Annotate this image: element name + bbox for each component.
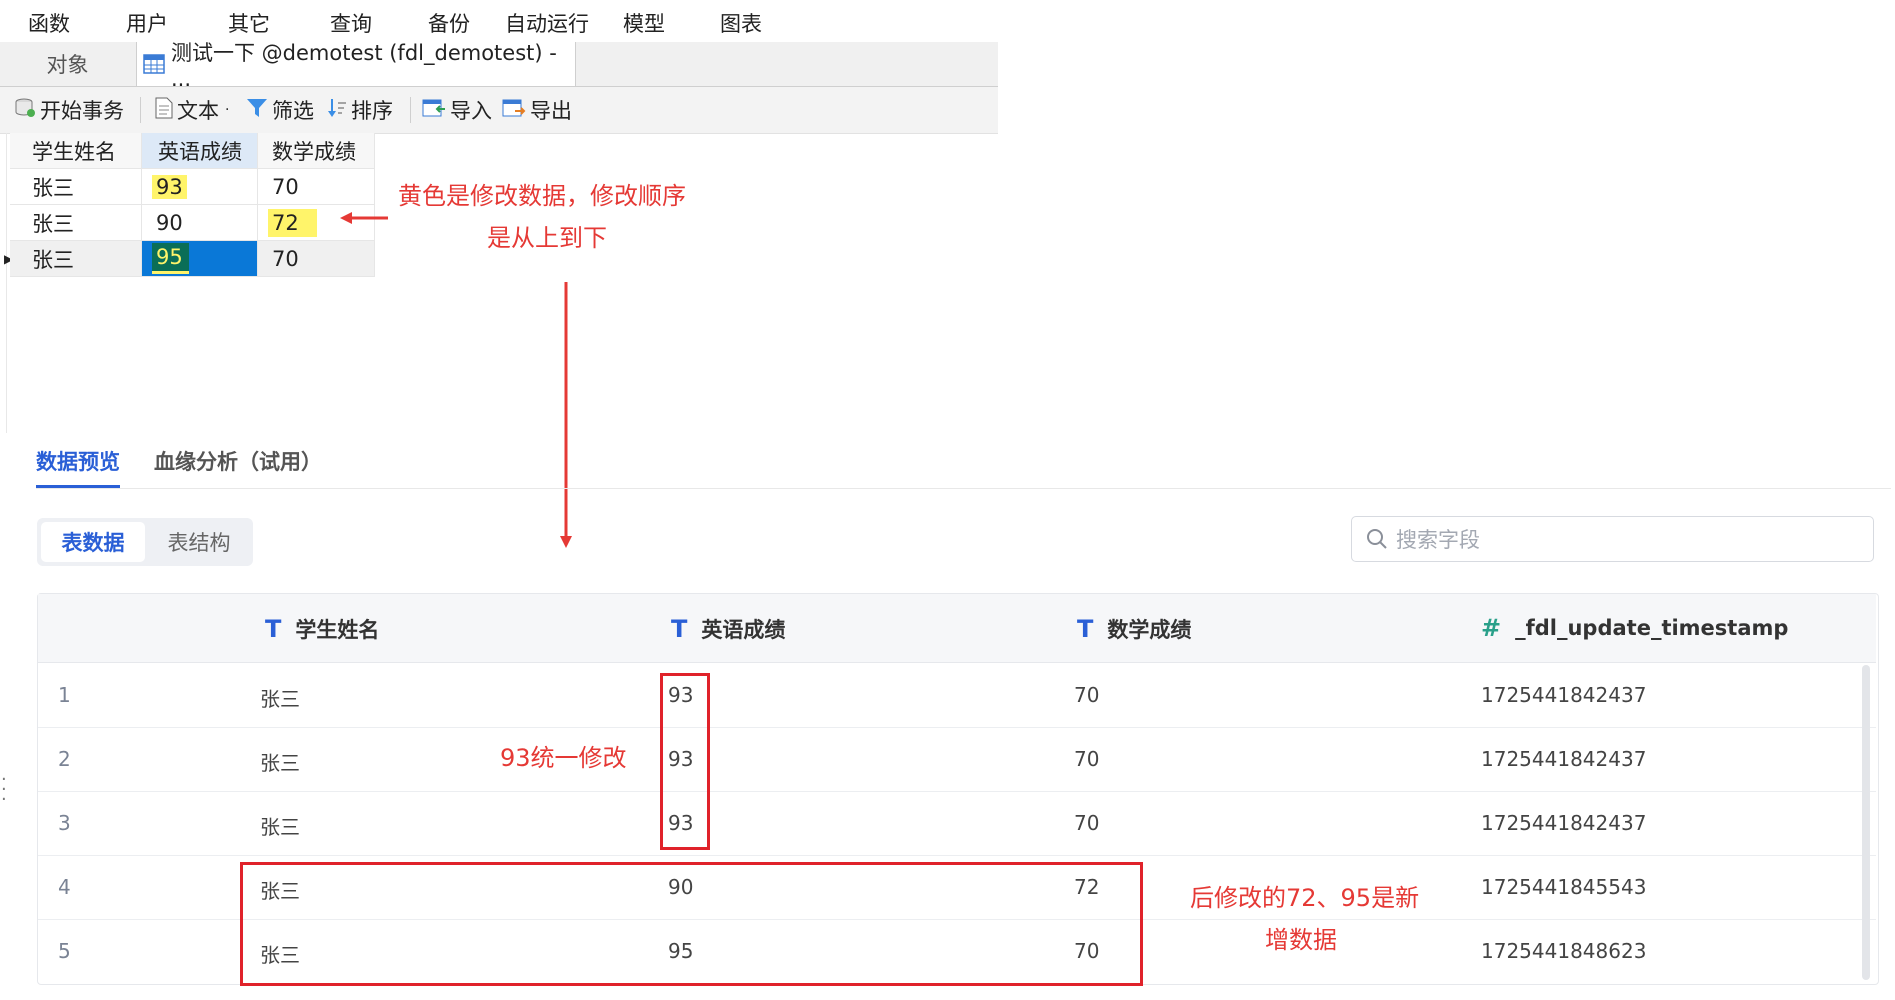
active-tab-underline [36, 485, 120, 488]
column-title: 学生姓名 [295, 618, 380, 642]
search-placeholder: 搜索字段 [1396, 528, 1480, 552]
text-type-icon: T [265, 615, 282, 643]
row-index: 3 [58, 811, 71, 835]
cell-timestamp: 1725441842437 [1481, 683, 1647, 707]
row-index: 4 [58, 875, 71, 899]
annotation-new-line1: 后修改的72、95是新 [1190, 884, 1420, 912]
table-header: T 学生姓名 T 英语成绩 T 数学成绩 # _fdl_update_times… [38, 594, 1876, 663]
cell-name: 张三 [260, 751, 300, 775]
table-structure-button[interactable]: 表结构 [149, 522, 249, 562]
column-title: 英语成绩 [701, 618, 786, 642]
cell-timestamp: 1725441845543 [1481, 875, 1647, 899]
column-title: _fdl_update_timestamp [1515, 616, 1789, 640]
cell-name: 张三 [260, 687, 300, 711]
annotation-box-93 [660, 673, 710, 850]
column-header-math[interactable]: T 数学成绩 [1077, 614, 1191, 644]
cell-timestamp: 1725441848623 [1481, 939, 1647, 963]
cell-math: 70 [1074, 747, 1100, 771]
table-data-button[interactable]: 表数据 [41, 522, 145, 562]
cell-math: 70 [1074, 683, 1100, 707]
table-row[interactable]: 2 张三 93 70 1725441842437 [38, 727, 1876, 792]
column-header-english[interactable]: T 英语成绩 [671, 614, 785, 644]
number-type-icon: # [1481, 614, 1502, 642]
row-index: 1 [58, 683, 71, 707]
tab-lineage-analysis[interactable]: 血缘分析（试用） [154, 446, 322, 476]
column-header-timestamp[interactable]: # _fdl_update_timestamp [1481, 614, 1788, 642]
left-arrow-icon [340, 212, 388, 224]
annotation-new-line2: 增数据 [1265, 926, 1337, 954]
cell-timestamp: 1725441842437 [1481, 811, 1647, 835]
table-scrollbar[interactable] [1862, 665, 1870, 980]
view-switch: 表数据 表结构 [37, 518, 253, 566]
down-arrow-icon [560, 282, 572, 548]
cell-timestamp: 1725441842437 [1481, 747, 1647, 771]
table-row[interactable]: 1 张三 93 70 1725441842437 [38, 663, 1876, 728]
row-index: 5 [58, 939, 71, 963]
row-index: 2 [58, 747, 71, 771]
column-header-name[interactable]: T 学生姓名 [265, 614, 379, 644]
annotation-unified: 93统一修改 [500, 744, 627, 772]
table-row[interactable]: 3 张三 93 70 1725441842437 [38, 791, 1876, 856]
text-type-icon: T [671, 615, 688, 643]
column-title: 数学成绩 [1107, 618, 1192, 642]
search-field[interactable]: 搜索字段 [1351, 516, 1874, 562]
text-type-icon: T [1077, 615, 1094, 643]
tab-data-preview[interactable]: 数据预览 [36, 446, 120, 476]
cell-math: 70 [1074, 811, 1100, 835]
drag-handle-icon[interactable]: · · · [1, 771, 7, 809]
panel-tabs: 数据预览 血缘分析（试用） [36, 440, 1891, 489]
annotation-box-new-rows [240, 862, 1143, 986]
cell-name: 张三 [260, 815, 300, 839]
search-icon [1366, 528, 1388, 550]
